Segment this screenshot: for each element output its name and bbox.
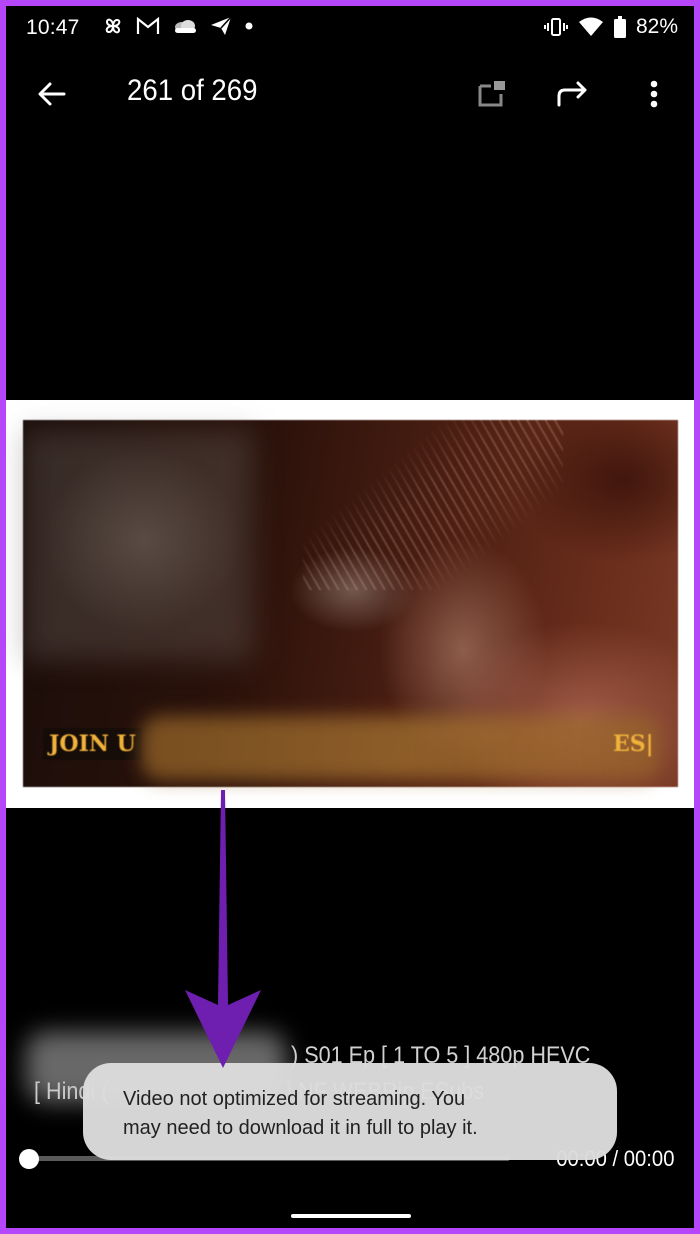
onedrive-cloud-icon [172,18,198,34]
vibrate-icon [543,17,568,37]
more-vert-icon [650,80,658,113]
gesture-nav-handle[interactable] [291,1214,411,1218]
video-frame[interactable]: JOIN U ES| [6,400,694,808]
annotation-arrow-icon [183,790,263,1075]
banner-text: JOIN U [43,728,142,760]
status-time: 10:47 [26,16,80,39]
gmail-icon [136,16,160,36]
share-icon [556,81,588,112]
toast-message-line2: may need to download it in full to play … [123,1117,478,1139]
phone-screen: 10:47 82% 261 of 269 JOIN U ES|) S01 Ep… [6,6,694,1228]
item-counter: 261 of 269 [127,74,258,107]
arrow-left-icon [37,81,67,112]
blurred-region [23,430,253,660]
notification-icons [102,15,254,37]
picture-in-picture-button[interactable] [472,76,512,116]
picture-in-picture-icon [477,80,507,113]
telegram-icon [210,16,232,36]
battery-percent: 82% [635,15,678,38]
wifi-icon [578,17,604,37]
toast-message-line1: Video not optimized for streaming. You [123,1088,466,1110]
seek-thumb[interactable] [19,1149,39,1169]
back-button[interactable] [32,76,72,116]
pinwheel-icon [102,15,124,37]
system-icons: 82% [543,15,678,39]
banner-redaction [141,716,661,780]
battery-icon [613,16,626,38]
video-thumbnail: JOIN U ES| [23,420,678,787]
image-detail [303,420,563,590]
banner-text-end: ES| [613,731,654,757]
more-options-button[interactable] [634,76,674,116]
more-notifications-dot-icon [244,21,254,31]
streaming-warning-toast: Video not optimized for streaming. You m… [83,1063,617,1160]
share-button[interactable] [552,76,592,116]
